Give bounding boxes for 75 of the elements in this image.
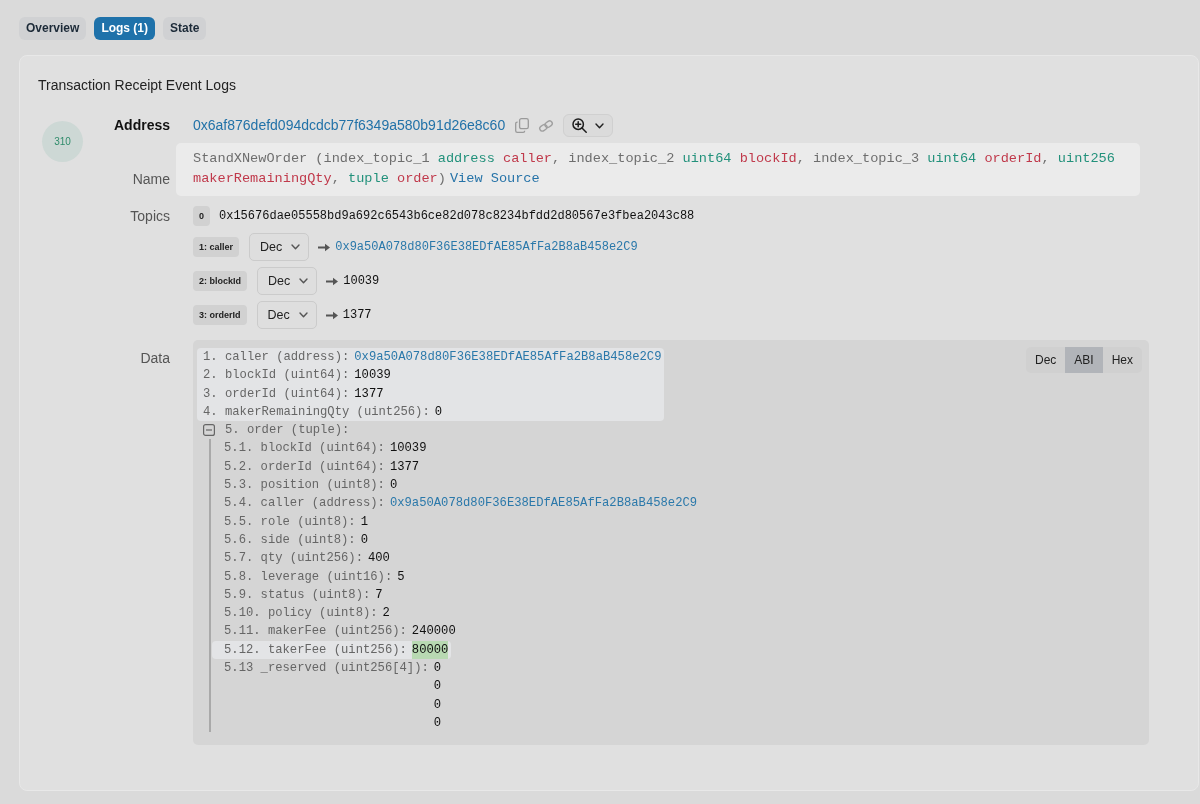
format-toggle[interactable]: Hex [1102, 347, 1142, 373]
field-value: 7 [375, 586, 383, 604]
link-icon [538, 118, 555, 133]
topic-badge: 3: orderId [193, 305, 247, 325]
topic-value: 1377 [342, 307, 372, 324]
log-index-badge: 310 [42, 121, 83, 162]
field-value: 2 [382, 605, 390, 623]
tab[interactable]: Logs (1) [94, 17, 156, 40]
field-value: 400 [367, 550, 390, 568]
format-toggle[interactable]: Dec [1025, 347, 1066, 373]
topic-badge: 1: caller [193, 237, 240, 257]
zoom-dropdown-button[interactable] [563, 114, 614, 137]
topic-badge: 2: blockId [193, 271, 247, 291]
arrow-right-icon [318, 242, 331, 252]
format-toggle[interactable]: ABI [1065, 347, 1103, 373]
field-value: 0 [360, 531, 368, 549]
field-label: 5.5. role (uint8): [224, 513, 356, 531]
field-label: 5.1. blockId (uint64): [224, 440, 385, 458]
field-label: 4. makerRemainingQty (uint256): [203, 403, 430, 421]
field-value: 1377 [389, 458, 420, 476]
chevron-down-icon [291, 244, 301, 250]
format-select[interactable]: Dec [257, 267, 318, 295]
field-label: 3. orderId (uint64): [203, 385, 350, 403]
field-value: 0 [433, 660, 442, 678]
field-value: 0 [433, 714, 442, 732]
field-value: 240000 [411, 623, 456, 641]
event-signature: StandXNewOrder (index_topic_1 address caller, index_topic_2 uint64 blockId, index_topic_3 uint64 orderId, uint256 makerRemainingQty, tuple order) View Source [176, 143, 1140, 196]
format-select[interactable]: Dec [249, 233, 310, 261]
copy-icon [515, 118, 530, 133]
field-label: 5.2. orderId (uint64): [224, 458, 385, 476]
address-link[interactable]: 0x9a50A078d80F36E38EDfAE85AfFa2B8aB458e2C9 [354, 348, 662, 367]
field-value: 1377 [354, 385, 384, 403]
field-label: 5.12. takerFee (uint256): [224, 641, 407, 659]
format-select[interactable]: Dec [256, 301, 317, 329]
row-label: Topics [130, 207, 170, 226]
zoom-in-icon [572, 118, 588, 133]
chevron-down-icon [299, 278, 309, 284]
field-label: 5.10. policy (uint8): [224, 605, 378, 623]
field-value: 10039 [389, 440, 427, 458]
topic-value: 10039 [343, 273, 380, 290]
field-value: 10039 [354, 367, 391, 385]
field-value: 0 [433, 678, 442, 696]
field-label: 5.7. qty (uint256): [224, 550, 363, 568]
field-value: 0 [389, 477, 398, 495]
tab[interactable]: Overview [19, 17, 87, 40]
collapse-icon[interactable] [203, 424, 215, 437]
field-label: 5.8. leverage (uint16): [224, 568, 393, 586]
address-link[interactable]: 0x6af876defd094dcdcb77f6349a580b91d26e8c60 [193, 115, 506, 136]
field-value: 5 [397, 568, 405, 586]
chevron-down-icon [298, 312, 308, 318]
chevron-down-icon [595, 122, 605, 129]
row-label: Data [140, 349, 170, 367]
card-title: Transaction Receipt Event Logs [38, 77, 236, 93]
field-label: 2. blockId (uint64): [203, 367, 350, 385]
topic-address-link[interactable]: 0x9a50A078d80F36E38EDfAE85AfFa2B8aB458e2C9 [335, 238, 638, 256]
field-label: 5.11. makerFee (uint256): [224, 623, 407, 641]
field-value: 0 [434, 403, 443, 421]
field-label: 5.6. side (uint8): [224, 531, 356, 549]
tab[interactable]: State [163, 17, 207, 40]
topic-badge: 0 [193, 206, 210, 226]
field-label: 5.9. status (uint8): [224, 586, 371, 604]
view-source-link[interactable]: View Source [449, 171, 540, 186]
arrow-right-icon [325, 310, 338, 320]
arrow-right-icon [326, 276, 339, 286]
topic-value: 0x15676dae05558bd9a692c6543b6ce82d078c8234bfdd2d80567e3fbea2043c88 [219, 208, 695, 225]
field-value: 0 [433, 696, 442, 714]
field-label: 5.3. position (uint8): [224, 477, 385, 495]
field-label: 5.13 _reserved (uint256[4]): [224, 660, 429, 678]
field-label: 1. caller (address): [203, 349, 350, 366]
field-value: 1 [360, 513, 368, 531]
field-label: 5.4. caller (address): [224, 495, 385, 513]
field-label: 5. order (tuple): [225, 422, 350, 440]
row-label: Name [132, 170, 170, 189]
field-value: 80000 [411, 640, 449, 660]
row-label: Address [113, 116, 170, 135]
